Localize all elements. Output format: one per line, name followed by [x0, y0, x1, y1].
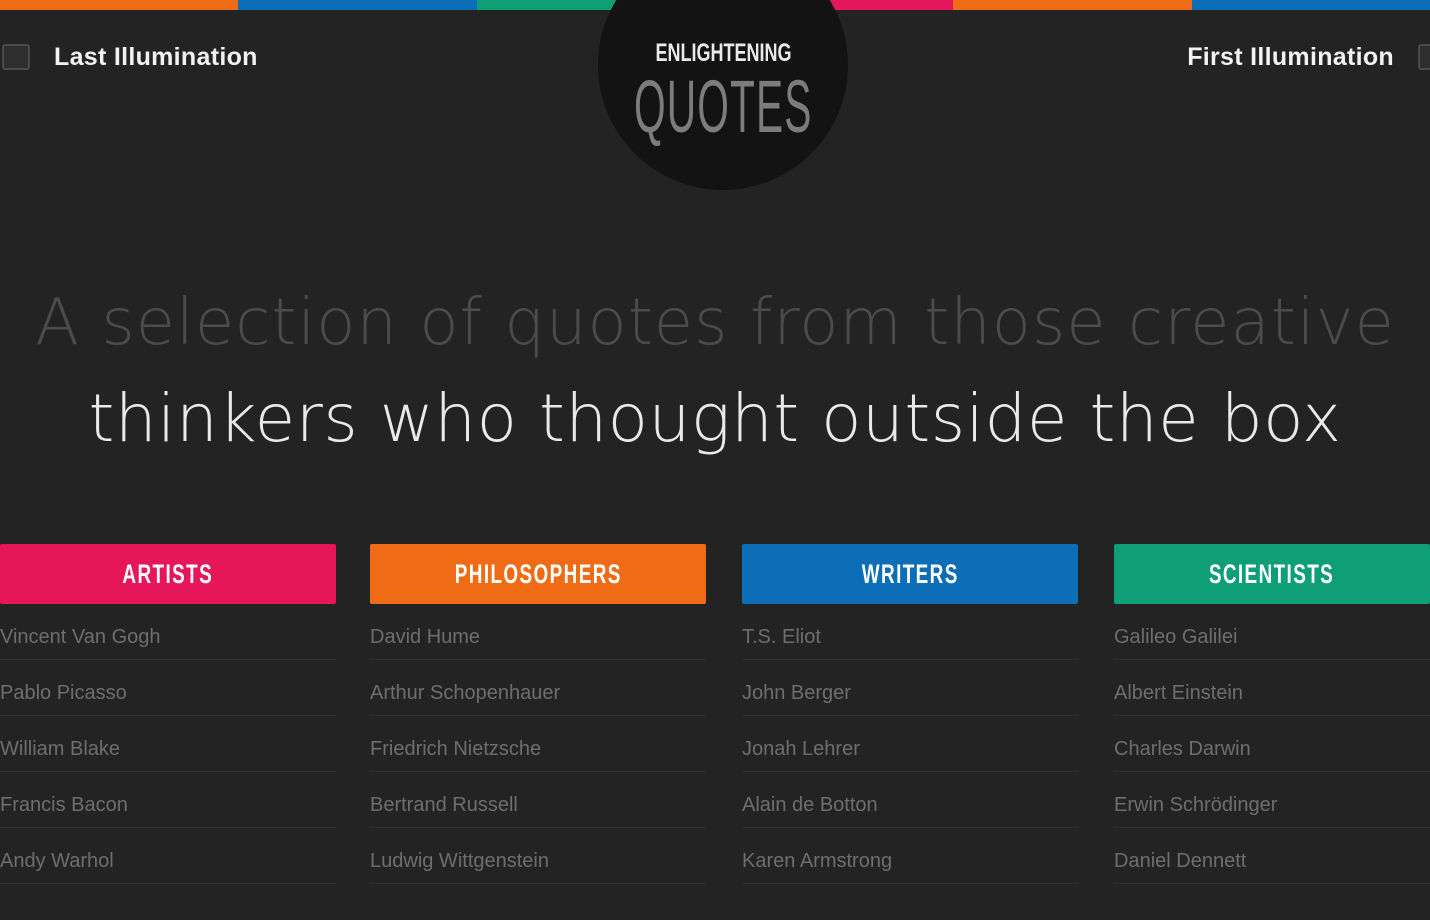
list-item[interactable]: Jonah Lehrer: [742, 716, 1078, 772]
list-item[interactable]: T.S. Eliot: [742, 604, 1078, 660]
list-item[interactable]: Arthur Schopenhauer: [370, 660, 706, 716]
list-item[interactable]: John Berger: [742, 660, 1078, 716]
headline-line-2: thinkers who thought outside the box: [88, 380, 1342, 457]
list-item[interactable]: Alain de Botton: [742, 772, 1078, 828]
last-illumination-link[interactable]: Last Illumination: [0, 38, 258, 76]
list-item[interactable]: Francis Bacon: [0, 772, 336, 828]
square-icon: [1418, 44, 1430, 70]
category-writers: WRITERS T.S. Eliot John Berger Jonah Leh…: [742, 544, 1078, 884]
category-header-philosophers[interactable]: PHILOSOPHERS: [370, 544, 706, 604]
list-item[interactable]: Charles Darwin: [1114, 716, 1430, 772]
category-scientists: SCIENTISTS Galileo Galilei Albert Einste…: [1114, 544, 1430, 884]
category-columns: ARTISTS Vincent Van Gogh Pablo Picasso W…: [0, 544, 1430, 920]
list-item[interactable]: Erwin Schrödinger: [1114, 772, 1430, 828]
logo-big-text: QUOTES: [633, 65, 813, 148]
list-item[interactable]: Vincent Van Gogh: [0, 604, 336, 660]
list-item[interactable]: David Hume: [370, 604, 706, 660]
list-item[interactable]: Karen Armstrong: [742, 828, 1078, 884]
last-illumination-label: Last Illumination: [54, 42, 258, 71]
list-item[interactable]: Albert Einstein: [1114, 660, 1430, 716]
list-item[interactable]: Andy Warhol: [0, 828, 336, 884]
site-logo[interactable]: ENLIGHTENING QUOTES: [598, 0, 848, 190]
stripe-segment: [1191, 0, 1430, 10]
category-list: T.S. Eliot John Berger Jonah Lehrer Alai…: [742, 604, 1078, 884]
list-item[interactable]: Friedrich Nietzsche: [370, 716, 706, 772]
category-label: PHILOSOPHERS: [454, 558, 622, 589]
category-list: Vincent Van Gogh Pablo Picasso William B…: [0, 604, 336, 884]
stripe-segment: [0, 0, 239, 10]
list-item[interactable]: Bertrand Russell: [370, 772, 706, 828]
list-item[interactable]: William Blake: [0, 716, 336, 772]
headline-line-1: A selection of quotes from those creativ…: [35, 286, 1395, 360]
category-list: David Hume Arthur Schopenhauer Friedrich…: [370, 604, 706, 884]
category-header-writers[interactable]: WRITERS: [742, 544, 1078, 604]
logo-small-text: ENLIGHTENING: [654, 39, 792, 67]
category-list: Galileo Galilei Albert Einstein Charles …: [1114, 604, 1430, 884]
category-header-artists[interactable]: ARTISTS: [0, 544, 336, 604]
stripe-segment: [953, 0, 1192, 10]
square-icon: [2, 44, 30, 70]
first-illumination-label: First Illumination: [1187, 42, 1394, 71]
category-label: SCIENTISTS: [1209, 558, 1335, 589]
category-artists: ARTISTS Vincent Van Gogh Pablo Picasso W…: [0, 544, 336, 884]
list-item[interactable]: Galileo Galilei: [1114, 604, 1430, 660]
category-header-scientists[interactable]: SCIENTISTS: [1114, 544, 1430, 604]
list-item[interactable]: Daniel Dennett: [1114, 828, 1430, 884]
list-item[interactable]: Pablo Picasso: [0, 660, 336, 716]
first-illumination-link[interactable]: First Illumination: [1187, 38, 1430, 76]
list-item[interactable]: Ludwig Wittgenstein: [370, 828, 706, 884]
category-label: ARTISTS: [122, 558, 214, 589]
category-philosophers: PHILOSOPHERS David Hume Arthur Schopenha…: [370, 544, 706, 884]
stripe-segment: [238, 0, 477, 10]
category-label: WRITERS: [861, 558, 959, 589]
